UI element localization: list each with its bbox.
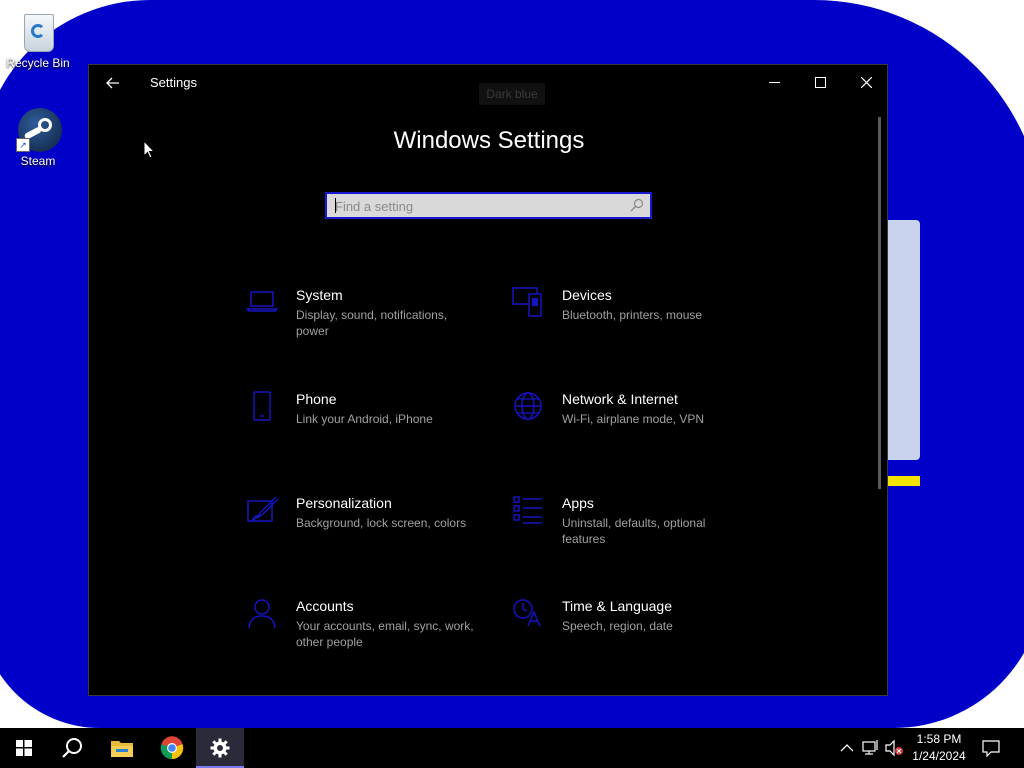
desktop-icon-label: Steam xyxy=(20,154,56,168)
search-input[interactable] xyxy=(327,194,627,219)
file-explorer-icon xyxy=(111,741,133,757)
back-button[interactable] xyxy=(99,69,127,97)
steam-icon: ↗ xyxy=(16,108,62,152)
maximize-icon xyxy=(814,76,826,88)
system-clock[interactable]: 1:58 PM 1/24/2024 xyxy=(904,731,974,765)
person-icon xyxy=(248,599,276,629)
category-description: Your accounts, email, sync, work, other … xyxy=(296,619,474,649)
category-description: Link your Android, iPhone xyxy=(296,412,433,426)
category-title: Accounts xyxy=(296,598,354,614)
category-title: Personalization xyxy=(296,495,392,511)
close-icon xyxy=(860,76,872,88)
category-apps[interactable]: Apps Uninstall, defaults, optional featu… xyxy=(512,495,752,565)
category-description: Bluetooth, printers, mouse xyxy=(562,308,703,322)
close-button[interactable] xyxy=(843,65,889,99)
taskbar: 1:58 PM 1/24/2024 xyxy=(0,728,1024,768)
search-icon xyxy=(62,738,82,758)
category-description: Speech, region, date xyxy=(562,619,673,633)
mouse-cursor-icon xyxy=(143,140,155,159)
search-icon[interactable] xyxy=(630,198,644,212)
desktop-icon-label: Recycle Bin xyxy=(6,56,70,70)
category-title: Time & Language xyxy=(562,598,672,614)
taskbar-search-button[interactable] xyxy=(48,728,96,768)
network-icon[interactable] xyxy=(862,738,880,758)
category-title: Network & Internet xyxy=(562,391,678,407)
back-arrow-icon xyxy=(106,77,119,89)
category-accounts[interactable]: Accounts Your accounts, email, sync, wor… xyxy=(246,598,486,668)
window-title: Settings xyxy=(150,75,197,90)
globe-icon xyxy=(514,392,542,420)
desktop-icon-recycle-bin[interactable]: Recycle Bin xyxy=(0,10,76,70)
taskbar-settings[interactable] xyxy=(196,728,244,768)
volume-muted-icon[interactable] xyxy=(884,738,904,758)
category-network[interactable]: Network & Internet Wi-Fi, airplane mode,… xyxy=(512,391,752,461)
clock-date: 1/24/2024 xyxy=(912,749,966,763)
category-system[interactable]: System Display, sound, notifications, po… xyxy=(246,287,486,357)
category-description: Uninstall, defaults, optional features xyxy=(562,516,706,546)
laptop-icon xyxy=(246,291,278,312)
phone-icon xyxy=(253,391,271,421)
page-title: Windows Settings xyxy=(393,127,585,154)
start-button[interactable] xyxy=(0,728,48,768)
paint-icon xyxy=(247,496,278,522)
category-title: Devices xyxy=(562,287,612,303)
ghost-tooltip: Dark blue xyxy=(479,83,545,105)
category-personalization[interactable]: Personalization Background, lock screen,… xyxy=(246,495,486,565)
minimize-icon xyxy=(768,81,780,83)
time-language-icon xyxy=(513,599,541,627)
maximize-button[interactable] xyxy=(797,65,843,99)
minimize-button[interactable] xyxy=(751,65,797,99)
category-description: Background, lock screen, colors xyxy=(296,516,467,530)
taskbar-file-explorer[interactable] xyxy=(98,728,146,768)
apps-list-icon xyxy=(513,496,542,524)
category-description: Wi-Fi, airplane mode, VPN xyxy=(562,412,705,426)
clock-time: 1:58 PM xyxy=(916,732,962,746)
category-time-language[interactable]: Time & Language Speech, region, date xyxy=(512,598,752,668)
chevron-up-icon[interactable] xyxy=(840,738,854,758)
taskbar-chrome[interactable] xyxy=(148,728,196,768)
category-title: System xyxy=(296,287,343,303)
notifications-icon[interactable] xyxy=(982,738,1000,758)
settings-gear-icon xyxy=(210,738,230,758)
chrome-icon xyxy=(160,736,184,760)
category-phone[interactable]: Phone Link your Android, iPhone xyxy=(246,391,486,461)
text-caret xyxy=(335,198,336,213)
search-box[interactable] xyxy=(325,192,652,219)
category-devices[interactable]: Devices Bluetooth, printers, mouse xyxy=(512,287,752,357)
recycle-bin-icon xyxy=(18,10,58,54)
scrollbar[interactable] xyxy=(878,117,881,489)
desktop-icon-steam[interactable]: ↗ Steam xyxy=(0,108,76,168)
start-icon xyxy=(16,740,32,756)
category-title: Phone xyxy=(296,391,337,407)
settings-window: Settings Dark blue Windows Settings Syst… xyxy=(88,64,888,696)
devices-icon xyxy=(512,287,542,317)
category-title: Apps xyxy=(562,495,594,511)
category-description: Display, sound, notifications, power xyxy=(296,308,448,338)
